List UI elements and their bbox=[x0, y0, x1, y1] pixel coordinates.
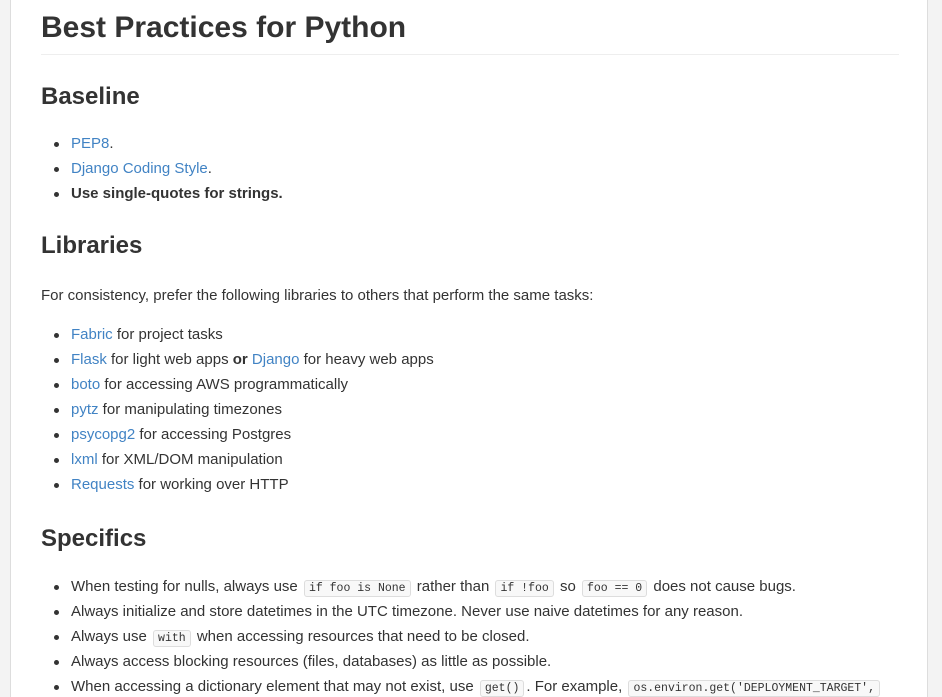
heading-specifics: Specifics bbox=[41, 525, 147, 552]
list-item-text: . For example, bbox=[526, 678, 627, 695]
list-item: Use single-quotes for strings. bbox=[41, 181, 899, 206]
list-item-text-bold: or bbox=[232, 351, 248, 368]
list-item: Django Coding Style. bbox=[41, 156, 899, 181]
link-fabric[interactable]: Fabric bbox=[71, 326, 113, 343]
link-lxml[interactable]: lxml bbox=[71, 451, 98, 468]
heading-libraries: Libraries bbox=[41, 232, 143, 259]
list-item: Fabric for project tasks bbox=[41, 322, 899, 347]
list-item-text: for light web apps bbox=[106, 351, 233, 368]
list-item-text: for heavy web apps bbox=[299, 351, 434, 368]
list-item-text: for project tasks bbox=[112, 326, 223, 343]
libraries-list: Fabric for project tasks Flask for light… bbox=[41, 322, 899, 497]
list-item-text-bold: Use single-quotes for strings. bbox=[71, 185, 283, 202]
list-item: Flask for light web apps or Django for h… bbox=[41, 347, 899, 372]
list-item: Always access blocking resources (files,… bbox=[41, 649, 899, 674]
list-item: PEP8. bbox=[41, 131, 899, 156]
baseline-list: PEP8. Django Coding Style. Use single-qu… bbox=[41, 131, 899, 206]
link-flask[interactable]: Flask bbox=[71, 351, 107, 368]
document-page: Best Practices for Python Baseline PEP8.… bbox=[10, 0, 928, 697]
link-pep8[interactable]: PEP8 bbox=[71, 135, 109, 152]
list-item-text: Always use bbox=[71, 628, 152, 645]
list-item: boto for accessing AWS programmatically bbox=[41, 372, 899, 397]
list-item-text: when accessing resources that need to be… bbox=[192, 628, 530, 645]
link-requests[interactable]: Requests bbox=[71, 476, 134, 493]
page-title: Best Practices for Python bbox=[41, 0, 899, 55]
list-item-text: When accessing a dictionary element that… bbox=[71, 678, 478, 695]
list-item-text: for manipulating timezones bbox=[98, 401, 282, 418]
list-item: Always use with when accessing resources… bbox=[41, 624, 899, 649]
list-item: Always initialize and store datetimes in… bbox=[41, 599, 899, 624]
specifics-list: When testing for nulls, always use if fo… bbox=[41, 574, 899, 697]
list-item-text: rather than bbox=[412, 578, 494, 595]
list-item: Requests for working over HTTP bbox=[41, 472, 899, 497]
list-item-text: Always access blocking resources (files,… bbox=[71, 653, 552, 670]
heading-baseline: Baseline bbox=[41, 83, 140, 110]
list-item: When testing for nulls, always use if fo… bbox=[41, 574, 899, 599]
document-content: Best Practices for Python Baseline PEP8.… bbox=[41, 0, 899, 697]
link-boto[interactable]: boto bbox=[71, 376, 100, 393]
list-item-text: for accessing AWS programmatically bbox=[100, 376, 349, 393]
list-item: When accessing a dictionary element that… bbox=[41, 674, 899, 697]
link-django[interactable]: Django bbox=[252, 351, 300, 368]
list-item-text: so bbox=[555, 578, 580, 595]
link-django-coding-style[interactable]: Django Coding Style bbox=[71, 160, 208, 177]
list-item-text: When testing for nulls, always use bbox=[71, 578, 302, 595]
list-item-text: . bbox=[207, 160, 212, 177]
inline-code: if !foo bbox=[495, 580, 554, 597]
inline-code: os.environ.get('DEPLOYMENT_TARGET', bbox=[628, 680, 880, 697]
link-pytz[interactable]: pytz bbox=[71, 401, 99, 418]
inline-code: if foo is None bbox=[303, 580, 411, 597]
list-item-text: for XML/DOM manipulation bbox=[97, 451, 283, 468]
list-item-text: does not cause bugs. bbox=[649, 578, 796, 595]
inline-code: with bbox=[153, 630, 191, 647]
list-item-text: for accessing Postgres bbox=[135, 426, 292, 443]
title-block: Best Practices for Python bbox=[41, 0, 899, 55]
list-item-text: Always initialize and store datetimes in… bbox=[71, 603, 743, 620]
inline-code: foo == 0 bbox=[581, 580, 648, 597]
inline-code: get() bbox=[479, 680, 525, 697]
list-item-text: for working over HTTP bbox=[134, 476, 289, 493]
list-item: lxml for XML/DOM manipulation bbox=[41, 447, 899, 472]
libraries-intro: For consistency, prefer the following li… bbox=[41, 287, 594, 304]
list-item: psycopg2 for accessing Postgres bbox=[41, 422, 899, 447]
link-psycopg2[interactable]: psycopg2 bbox=[71, 426, 135, 443]
list-item-text: . bbox=[109, 135, 114, 152]
list-item: pytz for manipulating timezones bbox=[41, 397, 899, 422]
